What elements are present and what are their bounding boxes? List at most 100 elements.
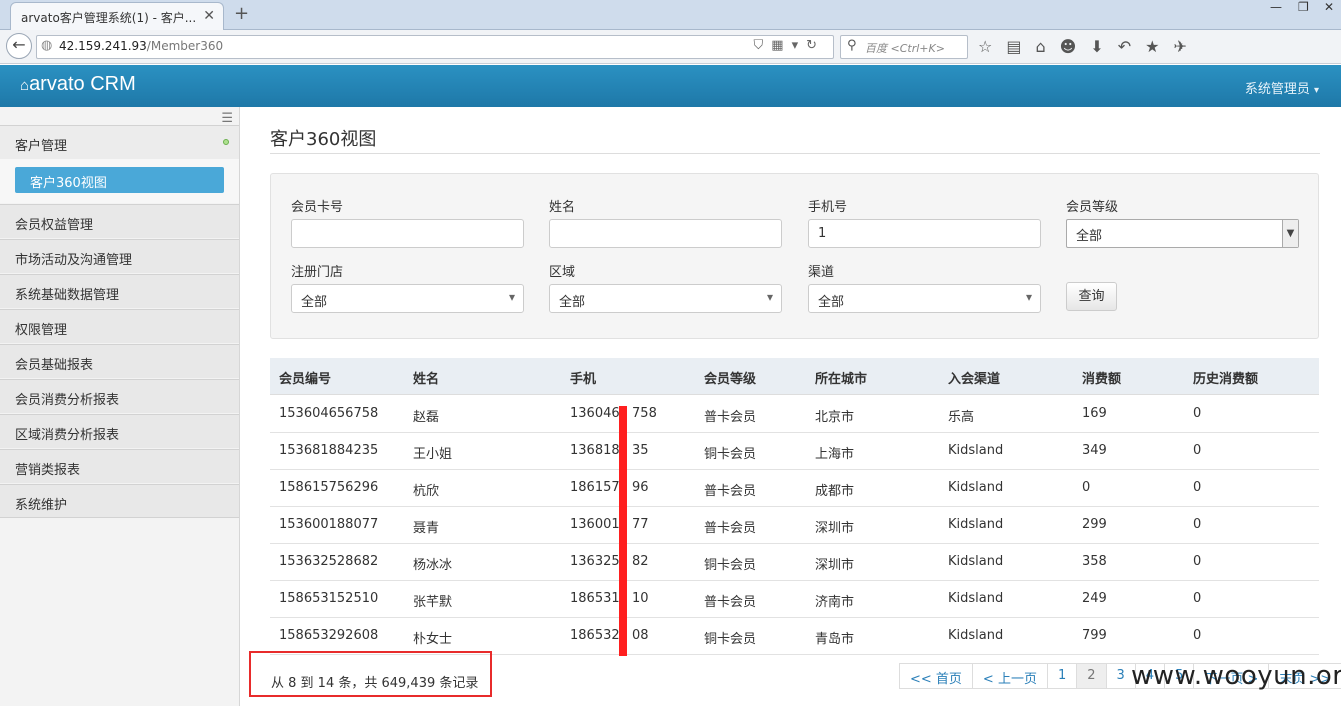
col-header[interactable]: 所在城市: [815, 368, 867, 387]
table-cell: 153681884235: [279, 443, 379, 458]
card-no-input[interactable]: [291, 219, 524, 248]
table-cell: 299: [1082, 517, 1107, 532]
table-cell: 169: [1082, 406, 1107, 421]
phone-label: 手机号: [808, 200, 848, 215]
window-close-icon[interactable]: ✕: [1324, 0, 1334, 14]
caret-down-icon: ▾: [1313, 85, 1319, 96]
table-cell: 153632528682: [279, 554, 379, 569]
select-arrow-icon: ▼: [1282, 220, 1298, 247]
sidebar-item-consumption-reports[interactable]: 会员消费分析报表: [0, 379, 239, 413]
sidebar-item-customer[interactable]: 客户管理: [0, 125, 239, 159]
table-row[interactable]: 158653152510 张芊默 1865315 10 普卡会员 济南市 Kidsland…: [270, 581, 1319, 618]
user-menu-label: 系统管理员: [1244, 82, 1310, 97]
table-cell: 0: [1193, 517, 1202, 532]
new-tab-icon[interactable]: +: [234, 3, 249, 24]
pager-info-highlight: 从 8 到 14 条，共 649,439 条记录: [249, 651, 492, 697]
sidebar-item-label: 权限管理: [15, 323, 68, 338]
table-row[interactable]: 153632528682 杨冰冰 1363252 82 铜卡会员 深圳市 Kidsland…: [270, 544, 1319, 581]
close-icon[interactable]: ✕: [203, 8, 215, 24]
title-divider: [270, 153, 1320, 154]
sidebar-submenu: 客户360视图: [0, 159, 239, 203]
browser-tab[interactable]: arvato客户管理系统(1) - 客户... ✕: [10, 2, 224, 30]
table-cell: Kidsland: [948, 591, 1004, 606]
sidebar-item-permissions[interactable]: 权限管理: [0, 309, 239, 343]
level-select[interactable]: 全部 ▼: [1066, 219, 1299, 248]
col-header[interactable]: 手机: [570, 368, 596, 387]
col-header[interactable]: 会员编号: [279, 368, 331, 387]
channel-select[interactable]: 全部: [808, 284, 1041, 313]
page-2[interactable]: 2: [1076, 663, 1107, 689]
region-label: 区域: [549, 265, 576, 280]
search-icon: ⚲: [847, 38, 857, 53]
user-menu[interactable]: 系统管理员 ▾: [1245, 78, 1319, 97]
table-cell: 0: [1193, 480, 1202, 495]
region-select[interactable]: 全部: [549, 284, 782, 313]
sidebar-item-campaign-reports[interactable]: 营销类报表: [0, 449, 239, 483]
table-row[interactable]: 158653292608 朴女士 1865329 08 铜卡会员 青岛市 Kidsland…: [270, 618, 1319, 655]
sidebar-item-basedata[interactable]: 系统基础数据管理: [0, 274, 239, 308]
table-cell: 0: [1193, 591, 1202, 606]
page-prev[interactable]: < 上一页: [971, 663, 1048, 689]
table-cell: Kidsland: [948, 554, 1004, 569]
sidebar-item-marketing[interactable]: 市场活动及沟通管理: [0, 239, 239, 273]
search-input[interactable]: ⚲ 百度 <Ctrl+K>: [840, 35, 968, 59]
tab-title: arvato客户管理系统(1) - 客户...: [21, 11, 197, 25]
back-icon[interactable]: ←: [6, 33, 32, 59]
table-cell: 青岛市: [815, 632, 855, 647]
sidebar-item-label: 系统维护: [15, 498, 68, 513]
sidebar-item-region-reports[interactable]: 区域消费分析报表: [0, 414, 239, 448]
table-row[interactable]: 158615756296 杭欣 1861575 96 普卡会员 成都市 Kidsland 0…: [270, 470, 1319, 507]
store-label: 注册门店: [291, 265, 344, 280]
redaction-bar: [619, 406, 627, 656]
col-header[interactable]: 历史消费额: [1193, 368, 1258, 387]
page-first[interactable]: << 首页: [899, 663, 973, 689]
table-row[interactable]: 153600188077 聂青 1360018 77 普卡会员 深圳市 Kidsland 2…: [270, 507, 1319, 544]
card-no-label: 会员卡号: [291, 200, 344, 215]
col-header[interactable]: 会员等级: [704, 368, 756, 387]
status-dot-icon: [223, 139, 229, 145]
sidebar-item-member-reports[interactable]: 会员基础报表: [0, 344, 239, 378]
col-header[interactable]: 消费额: [1082, 368, 1121, 387]
table-cell: 普卡会员: [704, 410, 757, 425]
col-header[interactable]: 入会渠道: [948, 368, 1000, 387]
minimize-icon[interactable]: —: [1270, 0, 1282, 14]
table-cell: 1360018 77: [570, 517, 649, 532]
page-1[interactable]: 1: [1046, 663, 1078, 689]
col-header[interactable]: 姓名: [413, 368, 439, 387]
table-row[interactable]: 153604656758 赵磊 1360465 758 普卡会员 北京市 乐高 169 0: [270, 396, 1319, 433]
store-select[interactable]: 全部: [291, 284, 524, 313]
url-action-icons[interactable]: ⛉▦▾↻: [754, 38, 825, 53]
sidebar-item-label: 系统基础数据管理: [15, 288, 120, 303]
sidebar-item-label: 区域消费分析报表: [15, 428, 120, 443]
table-cell: 杨冰冰: [413, 558, 453, 573]
table-cell: 深圳市: [815, 521, 855, 536]
phone-input[interactable]: 1: [808, 219, 1041, 248]
table-cell: 王小姐: [413, 447, 453, 462]
sidebar-subitem-member360[interactable]: 客户360视图: [15, 167, 224, 193]
globe-icon: ◍: [41, 38, 53, 53]
table-cell: 153600188077: [279, 517, 379, 532]
table-cell: 158653152510: [279, 591, 379, 606]
sidebar-item-benefits[interactable]: 会员权益管理: [0, 204, 239, 238]
table-cell: 朴女士: [413, 632, 453, 647]
table-row[interactable]: 153681884235 王小姐 1368188 35 铜卡会员 上海市 Kidsland…: [270, 433, 1319, 470]
table-cell: 铜卡会员: [704, 558, 757, 573]
table-cell: 0: [1082, 480, 1091, 495]
sidebar-item-label: 会员消费分析报表: [15, 393, 120, 408]
maximize-icon[interactable]: ❐: [1298, 0, 1309, 14]
table-cell: Kidsland: [948, 443, 1004, 458]
name-input[interactable]: [549, 219, 782, 248]
brand-link[interactable]: ⌂arvato CRM: [20, 73, 136, 96]
filter-panel: 会员卡号 姓名 手机号 1 会员等级 全部 ▼ 注册门店 全部 区域 全部 渠道…: [270, 173, 1319, 339]
table-cell: 济南市: [815, 595, 855, 610]
sidebar-item-maintenance[interactable]: 系统维护: [0, 484, 239, 518]
address-bar[interactable]: ◍ 42.159.241.93/Member360 ⛉▦▾↻: [36, 35, 834, 59]
table-cell: 158615756296: [279, 480, 379, 495]
sidebar-item-label: 营销类报表: [15, 463, 81, 478]
browser-toolbar-icons[interactable]: ☆▤⌂☻⬇↶★✈: [978, 37, 1201, 56]
query-button[interactable]: 查询: [1066, 282, 1117, 311]
app-header: ⌂arvato CRM 系统管理员 ▾: [0, 65, 1341, 107]
sidebar-collapse-icon[interactable]: ☰: [221, 111, 233, 126]
channel-label: 渠道: [808, 265, 835, 280]
table-cell: 158653292608: [279, 628, 379, 643]
